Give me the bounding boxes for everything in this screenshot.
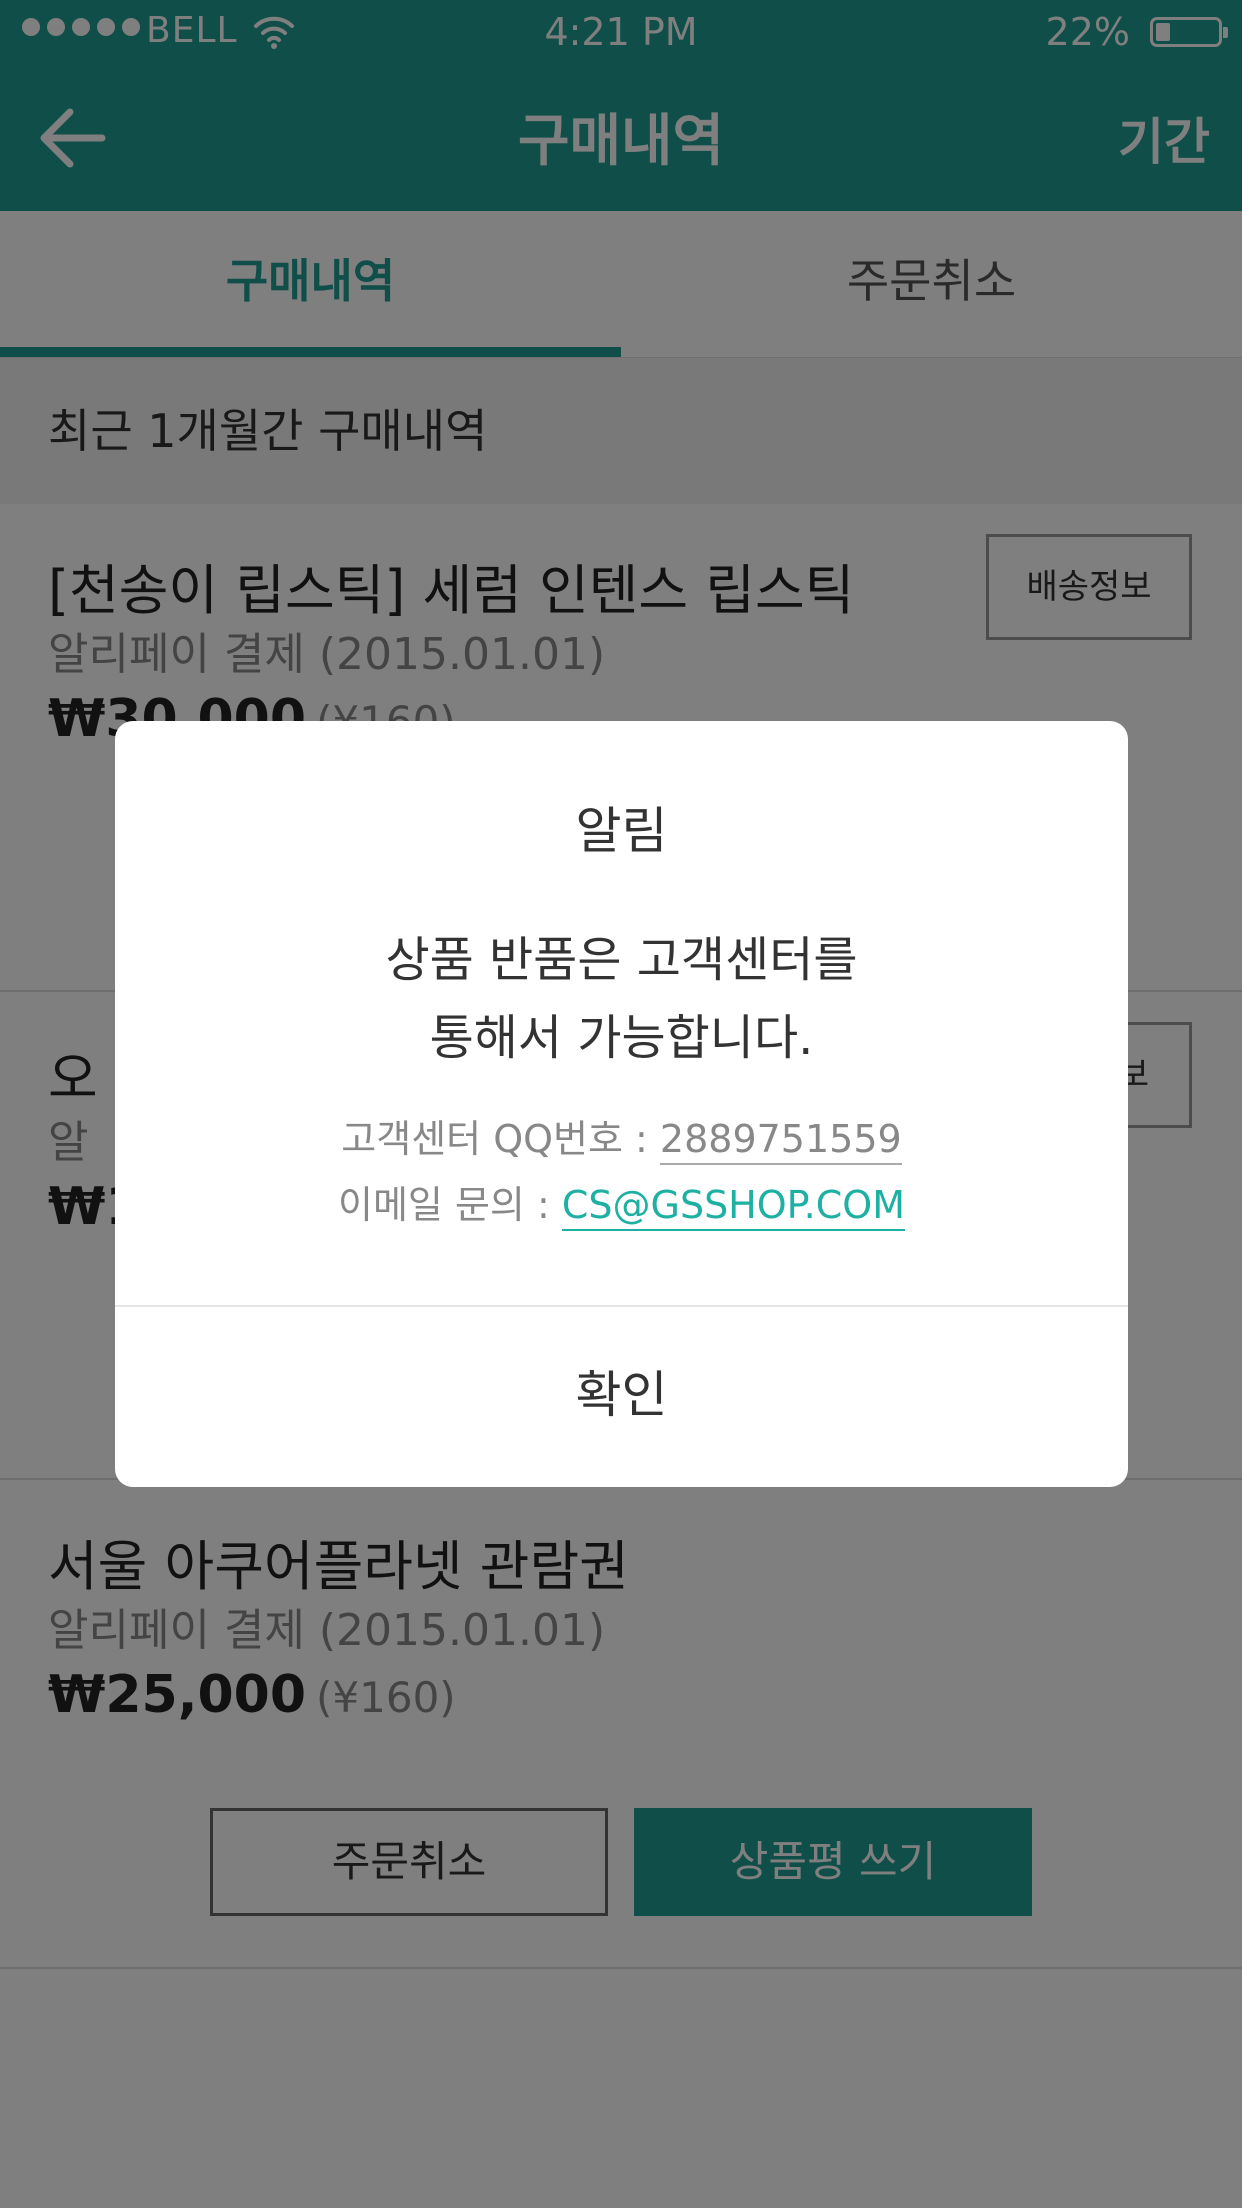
- dialog-contact-info: 고객센터 QQ번호 : 2889751559 이메일 문의 : CS@GSSHO…: [115, 1106, 1128, 1238]
- email-link[interactable]: CS@GSSHOP.COM: [561, 1183, 905, 1231]
- alert-dialog: 알림 상품 반품은 고객센터를 통해서 가능합니다. 고객센터 QQ번호 : 2…: [115, 721, 1128, 1487]
- email-label: 이메일 문의 :: [338, 1183, 562, 1227]
- dialog-message-line: 상품 반품은 고객센터를: [385, 932, 858, 988]
- qq-number-link[interactable]: 2889751559: [659, 1117, 902, 1165]
- qq-contact-row: 고객센터 QQ번호 : 2889751559: [115, 1106, 1128, 1172]
- dialog-message: 상품 반품은 고객센터를 통해서 가능합니다.: [115, 921, 1128, 1077]
- dialog-title: 알림: [575, 802, 668, 860]
- email-contact-row: 이메일 문의 : CS@GSSHOP.COM: [115, 1172, 1128, 1238]
- confirm-button[interactable]: 확인: [115, 1307, 1128, 1487]
- qq-label: 고객센터 QQ번호 :: [341, 1117, 660, 1161]
- dialog-message-line: 통해서 가능합니다.: [429, 1010, 814, 1066]
